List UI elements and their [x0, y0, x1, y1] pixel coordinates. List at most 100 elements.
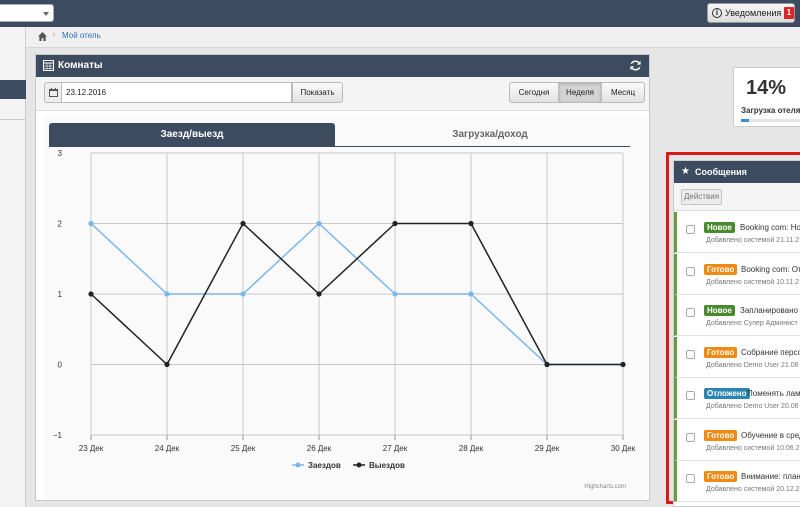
message-meta: Добавлено Demo User 20.06	[706, 403, 799, 410]
hotel-load-card: 14% Загрузка отеля	[733, 67, 800, 127]
top-bar: i Уведомления 1	[0, 0, 800, 27]
message-checkbox[interactable]	[686, 432, 695, 442]
series-2-point	[544, 361, 550, 368]
message-status-badge: Готово	[704, 263, 738, 275]
series-2-point	[316, 291, 322, 297]
message-status-badge: Новое	[704, 222, 735, 233]
message-status-badge: Новое	[704, 305, 735, 316]
messages-actions-bar: Действия	[674, 183, 800, 211]
chart-credits: Highcharts.com	[584, 484, 626, 490]
breadcrumb-link-my-hotel[interactable]: Мой отель	[62, 31, 101, 40]
series-1-point	[392, 291, 398, 297]
chart-area: Заезд/выезд Загрузка/доход −1 0 1 2 3 23 Дек 2…	[44, 117, 647, 500]
hotel-load-progress-fill	[741, 119, 750, 122]
message-checkbox[interactable]	[686, 474, 695, 483]
message-subject[interactable]: Поменять лам	[747, 388, 800, 399]
date-input[interactable]: 23.12.2016	[61, 82, 292, 103]
y-tick-label: 0	[58, 361, 63, 370]
date-picker-button[interactable]	[44, 82, 61, 103]
show-button[interactable]: Показать	[292, 82, 343, 103]
rooms-toolbar: 23.12.2016 Показать Сегодня Неделя Месяц	[36, 77, 649, 111]
message-item[interactable]: ГотовоBooking com: Отм Добавлено системой…	[674, 253, 800, 295]
view-month-button[interactable]: Месяц	[601, 82, 645, 103]
hotel-load-caption: Загрузка отеля	[741, 106, 800, 115]
series-2-point	[392, 220, 398, 227]
series-2-point	[620, 361, 626, 368]
legend-swatch-marker	[295, 462, 301, 468]
y-tick-label: −1	[53, 431, 63, 440]
x-tick-label: 28 Дек	[459, 444, 484, 453]
rooms-panel-title: Комнаты	[58, 60, 103, 71]
sidebar-item-active[interactable]	[0, 80, 26, 99]
messages-panel: ★ Сообщения Действия Новое Booking com: Н…	[673, 160, 800, 507]
sidebar	[0, 27, 26, 507]
view-today-button[interactable]: Сегодня	[509, 82, 559, 103]
y-tick-label: 3	[58, 149, 63, 158]
message-status-badge: Готово	[704, 346, 738, 358]
message-subject[interactable]: Внимание: плано	[741, 471, 800, 482]
message-subject[interactable]: Обучение в среду	[741, 430, 800, 441]
series-1-point	[316, 220, 322, 227]
series-1-point	[88, 220, 94, 227]
message-status-badge: Отложено	[704, 388, 750, 399]
message-meta: Добавлено системой 20.12.2	[706, 486, 800, 493]
message-item[interactable]: Готово Внимание: плано Добавлено системой …	[674, 461, 800, 502]
x-tick-label: 30 Дек	[611, 444, 636, 453]
message-item[interactable]: Готово Собрание персон Добавлено Demo User…	[674, 336, 800, 378]
legend-swatch-marker	[356, 462, 362, 468]
calendar-icon	[49, 88, 58, 97]
series-2-point	[164, 361, 170, 368]
message-item[interactable]: Новое Запланировано об Добавлено Супер Адм…	[674, 295, 800, 336]
x-tick-label: 25 Дек	[231, 444, 256, 453]
y-tick-label: 1	[58, 290, 63, 299]
x-tick-label: 24 Дек	[155, 444, 180, 453]
series-2-point	[88, 291, 94, 297]
notifications-label: Уведомления	[725, 8, 782, 18]
series-2-point	[468, 220, 474, 227]
refresh-icon[interactable]	[629, 59, 642, 72]
x-tick-label: 29 Дек	[535, 444, 560, 453]
message-subject[interactable]: Booking com: Отм	[741, 264, 800, 275]
message-checkbox[interactable]	[686, 225, 695, 234]
message-status-badge: Готово	[704, 429, 738, 441]
message-meta: Добавлено Супер Админист	[706, 320, 798, 327]
view-week-button[interactable]: Неделя	[558, 82, 602, 103]
legend-label: Заездов	[308, 461, 341, 470]
hotel-load-progress	[741, 119, 800, 122]
message-subject[interactable]: Собрание персон	[741, 347, 800, 358]
message-checkbox[interactable]	[686, 266, 695, 276]
notifications-button[interactable]: i Уведомления 1	[707, 3, 795, 23]
home-icon[interactable]	[38, 32, 47, 41]
x-tick-label: 23 Дек	[79, 444, 104, 453]
message-subject[interactable]: Запланировано об	[740, 305, 800, 316]
message-item[interactable]: Новое Booking com: Нова Добавлено системой…	[674, 212, 800, 253]
checkin-checkout-chart: −1 0 1 2 3 23 Дек 24 Дек 25 Дек 26 Дек 27 Дек 28 Д…	[53, 149, 636, 490]
x-tick-label: 26 Дек	[307, 444, 332, 453]
messages-title: Сообщения	[695, 167, 747, 177]
message-meta: Добавлено системой 10.06.2	[706, 444, 800, 452]
messages-header: ★ Сообщения	[674, 161, 800, 183]
message-meta: Добавлено системой 21.11.2	[706, 237, 800, 244]
hotel-load-percent: 14%	[746, 77, 787, 99]
message-item[interactable]: ГотовоОбучение в среду Добавлено системой…	[674, 419, 800, 461]
message-checkbox[interactable]	[686, 349, 695, 359]
rooms-panel-header: Комнаты	[36, 55, 649, 77]
series-1-point	[240, 291, 246, 297]
info-icon: i	[712, 8, 722, 18]
message-checkbox[interactable]	[686, 391, 695, 400]
star-icon: ★	[681, 166, 690, 177]
x-tick-label: 27 Дек	[383, 444, 408, 453]
actions-button[interactable]: Действия	[681, 189, 722, 205]
message-meta: Добавлено Demo User 21.06	[706, 361, 799, 369]
chevron-down-icon	[43, 12, 49, 16]
breadcrumb-separator: ›	[52, 29, 56, 41]
hotel-select[interactable]	[0, 4, 54, 22]
message-subject[interactable]: Booking com: Нова	[740, 222, 800, 233]
message-checkbox[interactable]	[686, 308, 695, 317]
series-1-point	[468, 291, 474, 297]
breadcrumb: › Мой отель	[26, 27, 800, 48]
message-item[interactable]: Отложено Поменять лам Добавлено Demo User …	[674, 378, 800, 419]
notifications-count-badge: 1	[784, 7, 794, 19]
y-tick-label: 2	[58, 220, 63, 229]
message-status-badge: Готово	[704, 471, 738, 482]
